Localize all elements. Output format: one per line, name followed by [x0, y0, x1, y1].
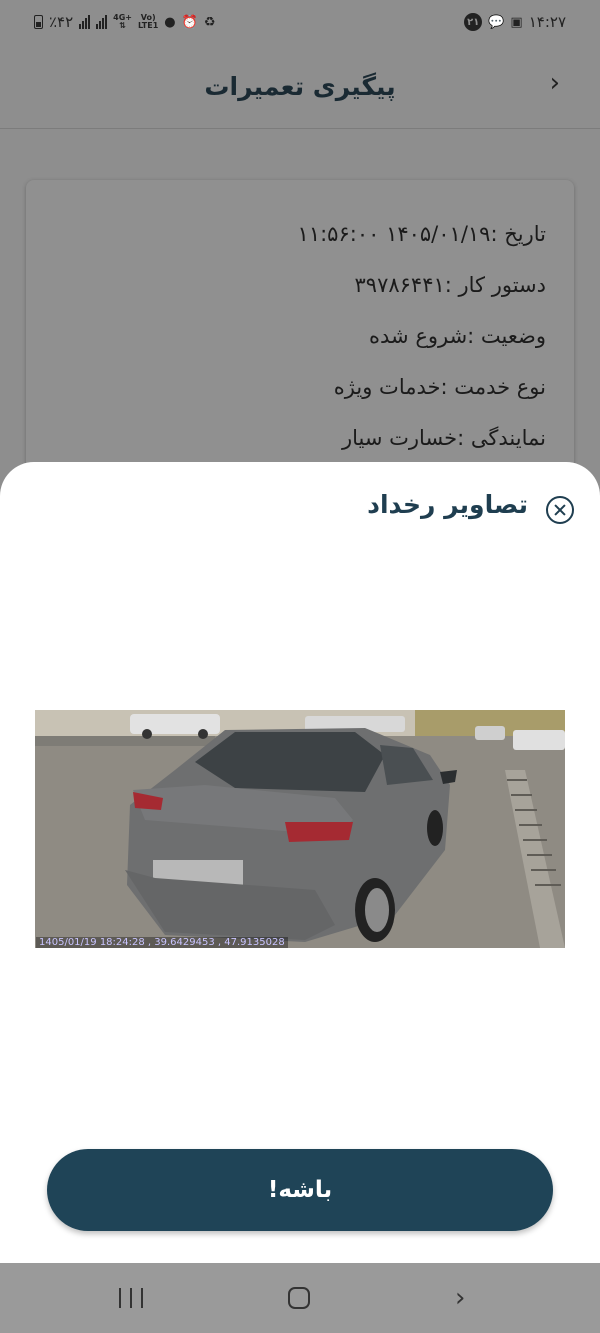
signal-icon [79, 15, 91, 29]
date-line: تاریخ :۱۴۰۵/۰۱/۱۹ ۱۱:۵۶:۰۰ [297, 222, 546, 246]
page-title: پیگیری تعمیرات [204, 71, 396, 101]
chevron-right-icon[interactable]: › [550, 68, 560, 98]
clock: ۱۴:۲۷ [528, 13, 566, 31]
recents-icon[interactable] [119, 1288, 143, 1308]
network-type: 4G+ ⇅ [113, 13, 133, 30]
status-bar: ٪۴۲ 4G+ ⇅ Vo) LTE1 ● ⏰ ♻ ۲۱ 💬 ▣ ۱۴:۲۷ [0, 0, 600, 44]
ok-button[interactable]: باشه! [47, 1149, 553, 1231]
incident-photo[interactable]: 1405/01/19 18:24:28 , 39.6429453 , 47.91… [35, 710, 565, 948]
close-circle-icon[interactable] [546, 496, 574, 524]
message-icon: 💬 [488, 14, 505, 30]
signal-icon-2 [96, 15, 108, 29]
service-type-line: نوع خدمت :خدمات ویژه [333, 375, 546, 399]
notification-count-badge: ۲۱ [464, 13, 483, 31]
battery-icon [34, 15, 43, 29]
work-order-line: دستور کار :۳۹۷۸۶۴۴۱ [354, 273, 546, 297]
incident-photos-sheet: تصاویر رخداد 1405/01/19 18:24:28 , 39.64… [0, 462, 600, 1263]
car-photo-illustration [35, 710, 565, 948]
app-header: پیگیری تعمیرات › [0, 44, 600, 129]
recycle-icon: ♻ [203, 14, 216, 30]
photo-geo-stamp: 1405/01/19 18:24:28 , 39.6429453 , 47.91… [36, 937, 288, 948]
volte-indicator: Vo) LTE1 [138, 13, 159, 30]
repair-details-card: تاریخ :۱۴۰۵/۰۱/۱۹ ۱۱:۵۶:۰۰ دستور کار :۳۹… [26, 180, 574, 510]
status-left: ٪۴۲ 4G+ ⇅ Vo) LTE1 ● ⏰ ♻ [34, 13, 215, 31]
location-icon: ● [164, 14, 176, 30]
status-line: وضعیت :شروع شده [369, 324, 546, 348]
back-icon[interactable]: › [455, 1283, 465, 1313]
battery-percent: ٪۴۲ [49, 13, 74, 31]
home-icon[interactable] [288, 1287, 310, 1309]
agency-line: نمایندگی :خسارت سیار [341, 426, 546, 450]
sheet-title: تصاویر رخداد [367, 490, 528, 519]
gallery-icon: ▣ [510, 14, 523, 30]
system-nav-bar: › [0, 1263, 600, 1333]
alarm-icon: ⏰ [181, 14, 198, 30]
status-right: ۲۱ 💬 ▣ ۱۴:۲۷ [464, 13, 566, 31]
